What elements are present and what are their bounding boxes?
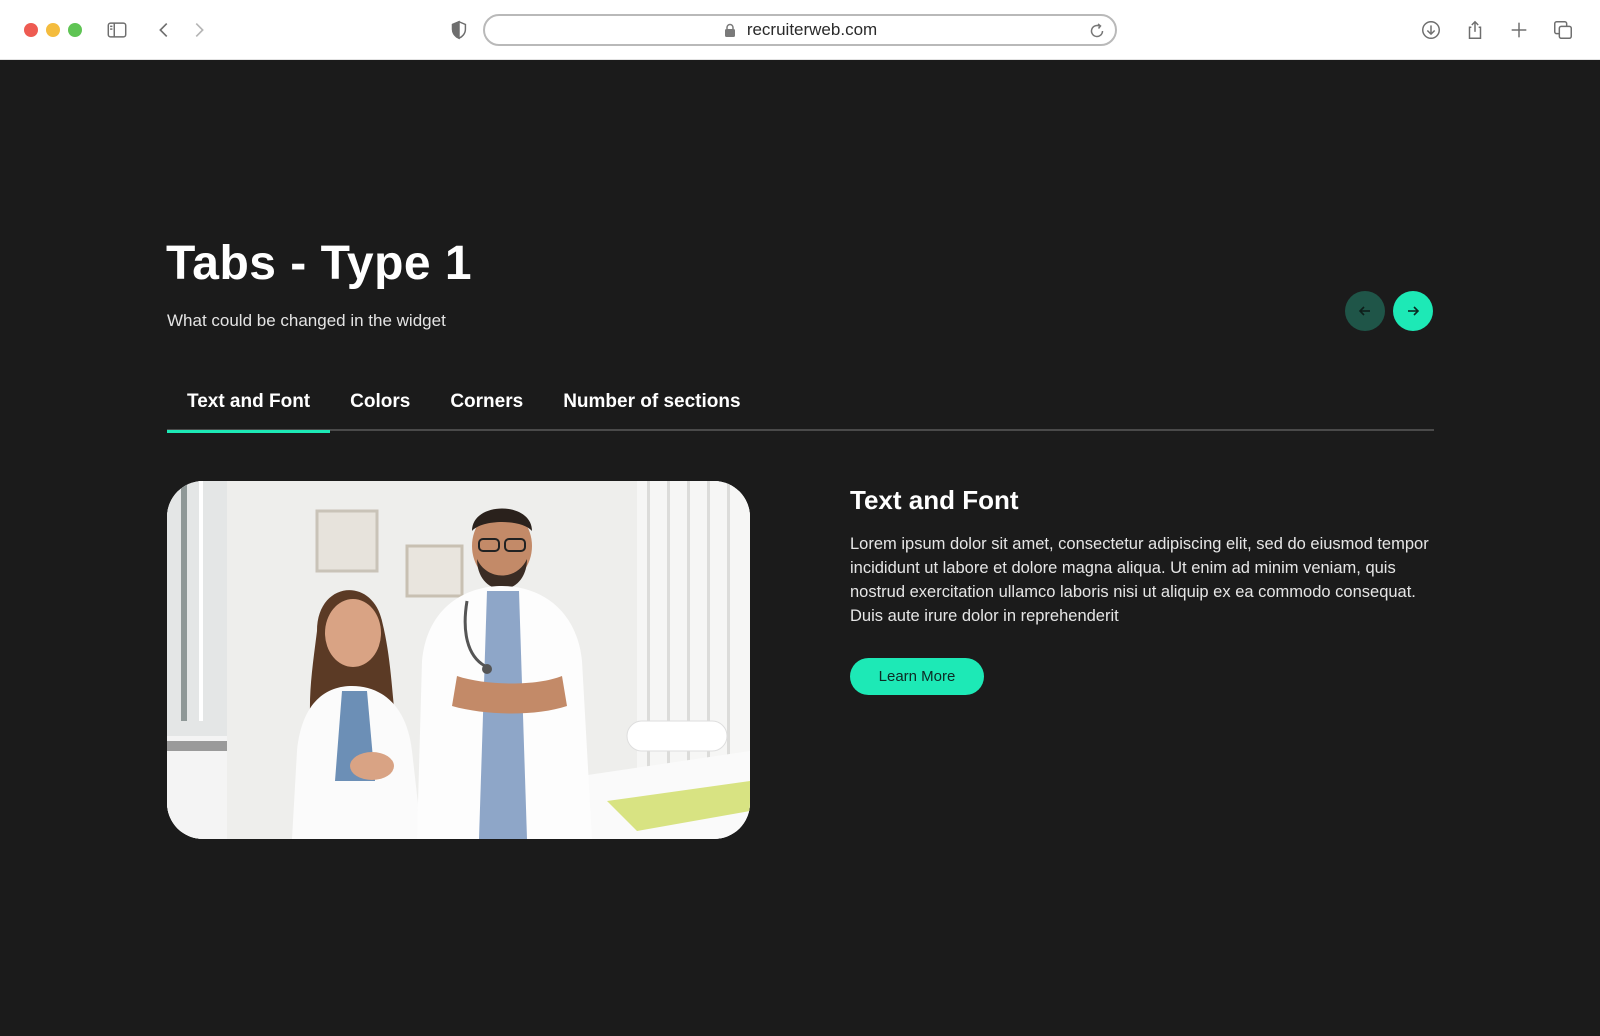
browser-toolbar: recruiterweb.com	[0, 0, 1600, 60]
tab-corners[interactable]: Corners	[430, 385, 543, 431]
tab-text-and-font[interactable]: Text and Font	[167, 385, 331, 433]
doctors-photo	[167, 481, 750, 839]
tab-number-of-sections[interactable]: Number of sections	[543, 385, 760, 431]
share-icon[interactable]	[1462, 18, 1488, 42]
download-icon[interactable]	[1418, 18, 1444, 42]
arrow-right-icon	[1408, 306, 1420, 316]
learn-more-button[interactable]: Learn More	[850, 658, 984, 695]
sidebar-icon[interactable]	[104, 18, 130, 42]
chevron-left-icon[interactable]	[151, 18, 177, 42]
address-bar[interactable]: recruiterweb.com	[483, 14, 1117, 46]
tab-colors[interactable]: Colors	[330, 385, 430, 431]
lock-icon	[723, 23, 737, 37]
content-body: Lorem ipsum dolor sit amet, consectetur …	[850, 535, 1429, 625]
url-text: recruiterweb.com	[746, 20, 878, 39]
page-title: Tabs - Type 1	[166, 237, 473, 290]
content-title: Text and Font	[850, 485, 1019, 515]
shield-icon[interactable]	[446, 18, 472, 42]
page-subtitle: What could be changed in the widget	[167, 311, 446, 330]
next-slide-button[interactable]	[1393, 291, 1433, 331]
close-window-button[interactable]	[24, 23, 38, 37]
reload-icon[interactable]	[1087, 21, 1107, 41]
plus-icon[interactable]	[1506, 18, 1532, 42]
tabs-icon[interactable]	[1550, 18, 1576, 42]
prev-slide-button[interactable]	[1345, 291, 1385, 331]
minimize-window-button[interactable]	[46, 23, 60, 37]
zoom-window-button[interactable]	[68, 23, 82, 37]
chevron-right-icon[interactable]	[186, 18, 212, 42]
arrow-left-icon	[1358, 306, 1370, 316]
tab-bar: Text and Font Colors Corners Number of s…	[167, 385, 1434, 433]
